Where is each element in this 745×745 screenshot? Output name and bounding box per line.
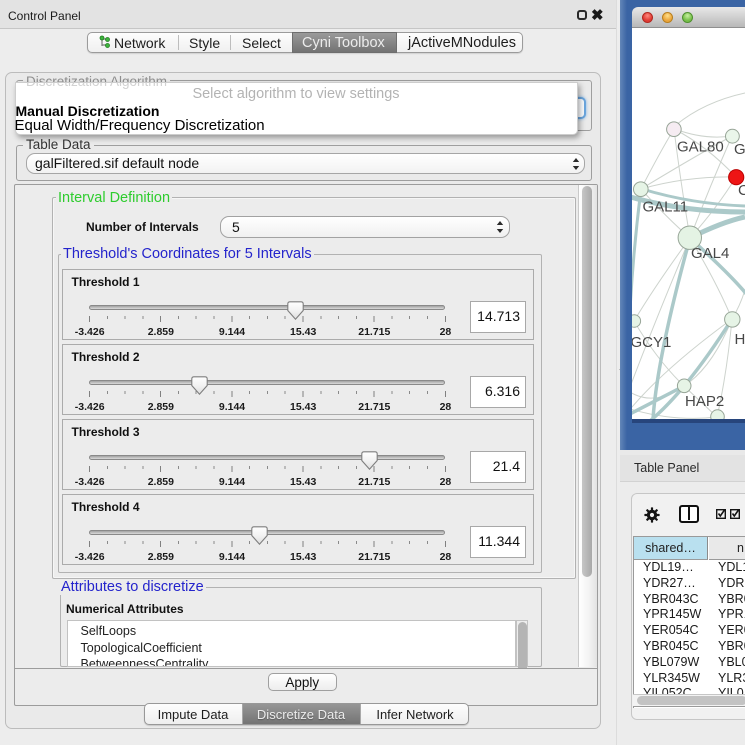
- svg-text:GAL11: GAL11: [643, 199, 689, 216]
- svg-text:GAL4: GAL4: [691, 245, 729, 262]
- svg-text:GAL80: GAL80: [677, 139, 724, 156]
- svg-text:GA: GA: [734, 141, 745, 158]
- svg-text:C: C: [738, 182, 745, 199]
- svg-text:HAP2: HAP2: [685, 393, 724, 410]
- svg-text:GCY1: GCY1: [632, 334, 671, 351]
- svg-text:H: H: [735, 331, 745, 348]
